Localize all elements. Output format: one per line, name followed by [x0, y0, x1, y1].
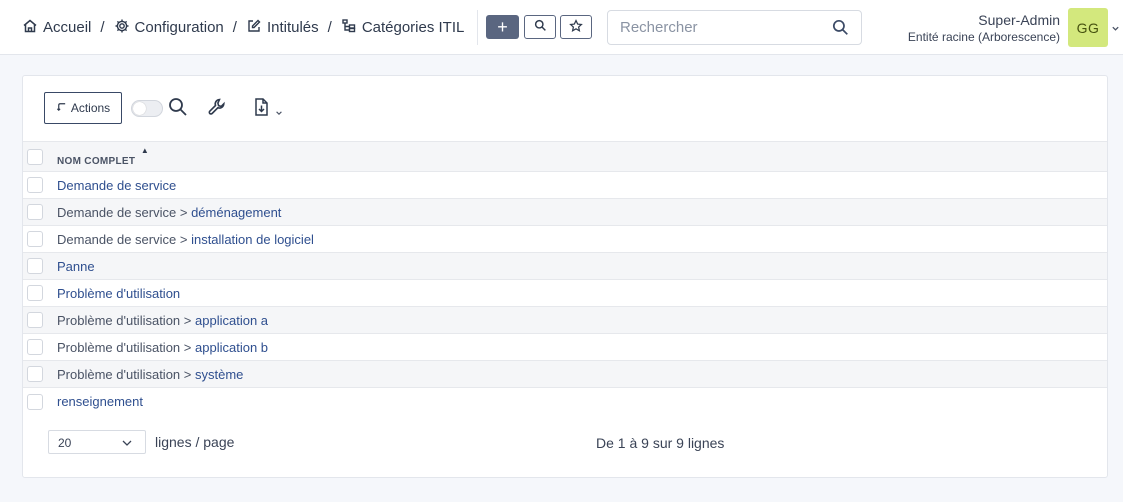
- gear-icon: [114, 18, 130, 38]
- row-name-cell: Problème d'utilisation > application b: [57, 333, 1107, 361]
- row-link[interactable]: application b: [195, 340, 268, 355]
- row-checkbox[interactable]: [27, 258, 43, 275]
- trash-toggle[interactable]: [131, 100, 163, 117]
- table-row[interactable]: Problème d'utilisation > application b: [23, 333, 1107, 361]
- row-link[interactable]: Problème d'utilisation: [57, 286, 180, 301]
- rows-per-page-value: 20: [58, 436, 72, 450]
- list-toolbar: Actions: [23, 76, 1107, 141]
- table-row[interactable]: Problème d'utilisation: [23, 279, 1107, 307]
- row-link[interactable]: renseignement: [57, 394, 143, 409]
- row-checkbox[interactable]: [27, 231, 43, 248]
- results-table: NOM COMPLET ▲ Demande de service Demande …: [23, 141, 1107, 415]
- row-parent-label: Problème d'utilisation: [57, 366, 181, 382]
- row-name-cell: renseignement: [57, 387, 1107, 415]
- search-icon[interactable]: [168, 97, 188, 120]
- row-name-cell: Demande de service > installation de log…: [57, 225, 1107, 253]
- row-parent-label: Problème d'utilisation: [57, 339, 181, 355]
- row-checkbox[interactable]: [27, 177, 43, 194]
- row-parent-label: Demande de service: [57, 204, 177, 220]
- column-header-name[interactable]: NOM COMPLET ▲: [57, 141, 1107, 172]
- breadcrumb-separator: /: [327, 19, 332, 36]
- breadcrumb-home[interactable]: Accueil: [22, 18, 91, 38]
- global-search[interactable]: [607, 10, 862, 45]
- actions-label: Actions: [70, 101, 111, 115]
- export-icon[interactable]: [253, 97, 271, 120]
- top-bar: Accueil / Configuration / Intitulés / Ca…: [0, 0, 1123, 55]
- row-checkbox[interactable]: [27, 312, 43, 329]
- chevron-down-icon[interactable]: [1111, 21, 1120, 36]
- row-checkbox[interactable]: [27, 366, 43, 383]
- search-icon: [534, 19, 547, 35]
- search-input[interactable]: [620, 19, 820, 36]
- user-name[interactable]: Super-Admin: [978, 12, 1060, 28]
- rows-per-page-select[interactable]: 20: [48, 430, 146, 454]
- breadcrumb-label: Intitulés: [266, 19, 319, 36]
- sort-ascending-icon: ▲: [140, 146, 149, 155]
- search-icon[interactable]: [832, 19, 849, 39]
- row-name-cell: Demande de service: [57, 171, 1107, 199]
- pagination-count: De 1 à 9 sur 9 lignes: [596, 435, 725, 451]
- row-name-cell: Problème d'utilisation > application a: [57, 306, 1107, 334]
- tree-icon: [341, 18, 357, 38]
- tree-separator: >: [183, 339, 192, 355]
- breadcrumb-intitules[interactable]: Intitulés: [246, 18, 319, 38]
- select-all-checkbox[interactable]: [27, 148, 43, 165]
- breadcrumb-separator: /: [232, 19, 237, 36]
- add-button[interactable]: +: [486, 15, 519, 39]
- avatar[interactable]: GG: [1068, 8, 1108, 47]
- table-row[interactable]: Demande de service: [23, 171, 1107, 199]
- tree-separator: >: [183, 312, 192, 328]
- breadcrumb-configuration[interactable]: Configuration: [114, 18, 224, 38]
- breadcrumb-label: Accueil: [43, 19, 92, 36]
- table-header-row: NOM COMPLET ▲: [23, 141, 1107, 172]
- toggle-knob: [133, 102, 146, 115]
- star-icon: [569, 18, 583, 36]
- home-icon: [22, 18, 38, 38]
- bookmark-button[interactable]: [560, 15, 592, 39]
- row-checkbox[interactable]: [27, 204, 43, 221]
- corner-arrow-icon: [56, 101, 67, 115]
- table-row[interactable]: Demande de service > déménagement: [23, 198, 1107, 226]
- actions-button[interactable]: Actions: [44, 92, 122, 124]
- row-name-cell: Demande de service > déménagement: [57, 198, 1107, 226]
- tree-separator: >: [179, 204, 188, 220]
- row-link[interactable]: Demande de service: [57, 178, 176, 193]
- row-parent-label: Demande de service: [57, 231, 177, 247]
- breadcrumb-label: Catégories ITIL: [361, 19, 465, 36]
- table-row[interactable]: Demande de service > installation de log…: [23, 225, 1107, 253]
- row-name-cell: Problème d'utilisation: [57, 279, 1107, 307]
- row-link[interactable]: application a: [195, 313, 268, 328]
- row-name-cell: Panne: [57, 252, 1107, 280]
- row-link[interactable]: système: [195, 367, 243, 382]
- row-checkbox[interactable]: [27, 339, 43, 356]
- breadcrumb-label: Configuration: [134, 19, 224, 36]
- rows-per-page-label: lignes / page: [155, 434, 235, 450]
- table-row[interactable]: Problème d'utilisation > système: [23, 360, 1107, 388]
- tree-separator: >: [183, 366, 192, 382]
- row-link[interactable]: déménagement: [191, 205, 281, 220]
- search-toggle-button[interactable]: [524, 15, 556, 39]
- chevron-down-icon: [121, 437, 133, 452]
- chevron-down-icon[interactable]: [275, 105, 283, 120]
- row-link[interactable]: Panne: [57, 259, 95, 274]
- plus-icon: +: [497, 17, 508, 37]
- search-results-card: Actions NOM COMPLET ▲ Demande de service…: [22, 75, 1108, 478]
- row-link[interactable]: installation de logiciel: [191, 232, 314, 247]
- breadcrumb-separator: /: [100, 19, 105, 36]
- header-divider: [477, 10, 478, 45]
- table-row[interactable]: Problème d'utilisation > application a: [23, 306, 1107, 334]
- breadcrumb: Accueil / Configuration / Intitulés / Ca…: [22, 0, 464, 55]
- row-parent-label: Problème d'utilisation: [57, 312, 181, 328]
- edit-icon: [246, 18, 262, 38]
- row-checkbox[interactable]: [27, 393, 43, 410]
- row-checkbox[interactable]: [27, 285, 43, 302]
- tree-separator: >: [179, 231, 188, 247]
- table-row[interactable]: renseignement: [23, 387, 1107, 415]
- table-row[interactable]: Panne: [23, 252, 1107, 280]
- breadcrumb-categories-itil[interactable]: Catégories ITIL: [341, 18, 465, 38]
- wrench-icon[interactable]: [207, 97, 227, 120]
- user-entity[interactable]: Entité racine (Arborescence): [908, 30, 1060, 44]
- row-name-cell: Problème d'utilisation > système: [57, 360, 1107, 388]
- column-header-label: NOM COMPLET: [57, 156, 136, 167]
